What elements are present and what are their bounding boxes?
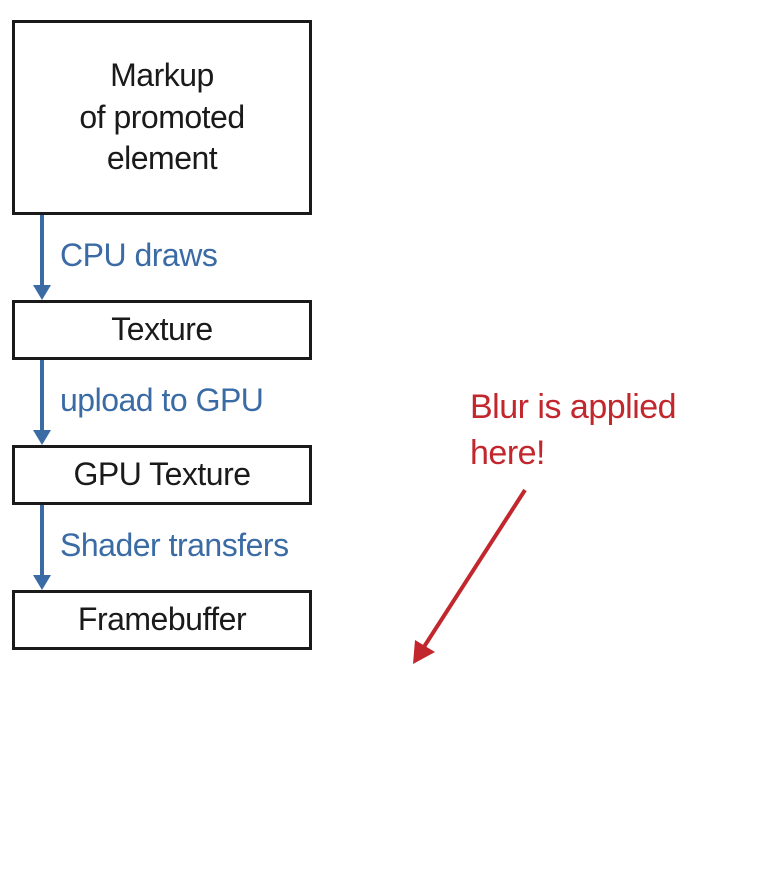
connector-upload-to-gpu: upload to GPU [12, 360, 312, 445]
node-framebuffer: Framebuffer [12, 590, 312, 650]
node-gpu-texture-label: GPU Texture [73, 454, 250, 496]
connector-label-cpu-draws: CPU draws [60, 237, 217, 274]
arrow-down-icon [30, 360, 54, 445]
connector-label-shader-transfers: Shader transfers [60, 527, 289, 564]
arrow-down-icon [30, 505, 54, 590]
node-framebuffer-label: Framebuffer [78, 599, 246, 641]
annotation-arrow-icon [395, 480, 545, 680]
connector-shader-transfers: Shader transfers [12, 505, 312, 590]
node-gpu-texture: GPU Texture [12, 445, 312, 505]
connector-label-upload-to-gpu: upload to GPU [60, 382, 263, 419]
node-texture: Texture [12, 300, 312, 360]
connector-cpu-draws: CPU draws [12, 215, 312, 300]
arrow-down-icon [30, 215, 54, 300]
annotation-line1: Blur is applied [470, 385, 676, 431]
flow-diagram: Markup of promoted element CPU draws Tex… [12, 20, 312, 650]
node-markup-line2: of promoted [79, 97, 244, 139]
node-markup-line1: Markup [110, 55, 214, 97]
node-markup-line3: element [107, 138, 217, 180]
node-markup: Markup of promoted element [12, 20, 312, 215]
annotation-line2: here! [470, 431, 676, 477]
node-texture-label: Texture [111, 309, 212, 351]
annotation-blur: Blur is applied here! [470, 385, 676, 477]
